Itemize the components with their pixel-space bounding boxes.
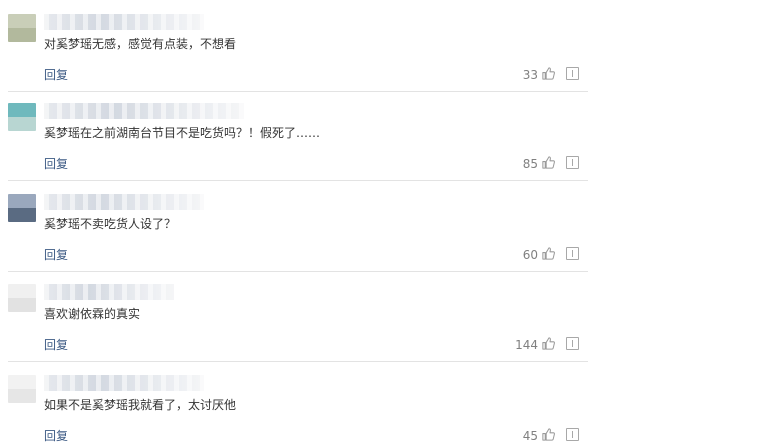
report-icon[interactable] (566, 156, 579, 169)
like-count: 33 (522, 68, 538, 82)
reply-button[interactable]: 回复 (44, 338, 68, 352)
report-icon[interactable] (566, 428, 579, 441)
avatar[interactable] (8, 284, 36, 312)
like-count: 60 (522, 248, 538, 262)
divider (8, 180, 588, 181)
avatar[interactable] (8, 14, 36, 42)
reply-button[interactable]: 回复 (44, 157, 68, 171)
thumbs-up-icon[interactable] (541, 155, 556, 170)
comment-text: 奚梦瑶不卖吃货人设了？ (44, 217, 177, 231)
divider (8, 91, 588, 92)
like-count: 85 (522, 157, 538, 171)
avatar[interactable] (8, 375, 36, 403)
username-blurred (44, 284, 174, 300)
thumbs-up-icon[interactable] (541, 66, 556, 81)
comment-text: 对奚梦瑶无感，感觉有点装，不想看 (44, 37, 237, 51)
report-icon[interactable] (566, 67, 579, 80)
reply-button[interactable]: 回复 (44, 248, 68, 262)
divider (8, 361, 588, 362)
username-blurred (44, 14, 204, 30)
username-blurred (44, 194, 204, 210)
thumbs-up-icon[interactable] (541, 427, 556, 442)
divider (8, 271, 588, 272)
avatar[interactable] (8, 194, 36, 222)
report-icon[interactable] (566, 337, 579, 350)
avatar[interactable] (8, 103, 36, 131)
comment-text: 如果不是奚梦瑶我就看了，太讨厌他 (44, 398, 237, 412)
report-icon[interactable] (566, 247, 579, 260)
like-count: 144 (515, 338, 538, 352)
thumbs-up-icon[interactable] (541, 336, 556, 351)
reply-button[interactable]: 回复 (44, 68, 68, 82)
comment-text: 喜欢谢依霖的真实 (44, 307, 141, 321)
like-count: 45 (522, 429, 538, 443)
thumbs-up-icon[interactable] (541, 246, 556, 261)
username-blurred (44, 103, 244, 119)
username-blurred (44, 375, 204, 391)
comment-text: 奚梦瑶在之前湖南台节目不是吃货吗？！假死了…… (44, 126, 321, 140)
reply-button[interactable]: 回复 (44, 429, 68, 443)
